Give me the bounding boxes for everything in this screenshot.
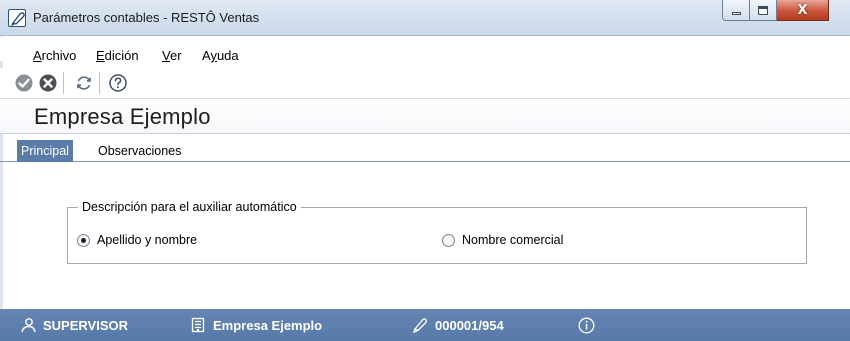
help-icon[interactable] bbox=[108, 73, 128, 93]
user-icon bbox=[21, 318, 36, 333]
menu-ver[interactable]: Ver bbox=[162, 48, 182, 63]
pen-icon bbox=[413, 318, 428, 333]
app-icon bbox=[8, 9, 26, 27]
tab-observaciones[interactable]: Observaciones bbox=[94, 140, 185, 162]
menu-bar: Archivo Edición Ver Ayuda bbox=[0, 37, 850, 63]
minimize-button[interactable] bbox=[722, 0, 750, 21]
status-code-label: 000001/954 bbox=[435, 317, 504, 333]
close-button[interactable]: X bbox=[777, 0, 829, 21]
radio-apellido-nombre[interactable]: Apellido y nombre bbox=[77, 233, 197, 247]
refresh-icon[interactable] bbox=[74, 73, 94, 93]
accept-icon[interactable] bbox=[14, 73, 34, 93]
close-icon: X bbox=[797, 2, 808, 18]
window-title: Parámetros contables - RESTÔ Ventas bbox=[33, 10, 260, 25]
app-window: Parámetros contables - RESTÔ Ventas X Ar… bbox=[0, 0, 850, 341]
group-legend: Descripción para el auxiliar automático bbox=[78, 200, 301, 214]
info-icon[interactable] bbox=[578, 317, 602, 334]
toolbar-separator bbox=[63, 72, 64, 94]
toolbar bbox=[0, 68, 850, 98]
toolbar-separator bbox=[99, 72, 100, 94]
building-icon bbox=[191, 317, 205, 333]
status-bar: SUPERVISOR Empresa Ejemplo 000001/954 bbox=[0, 309, 850, 341]
status-company-label: Empresa Ejemplo bbox=[213, 317, 323, 333]
status-company: Empresa Ejemplo bbox=[190, 317, 322, 333]
title-bar[interactable]: Parámetros contables - RESTÔ Ventas X bbox=[0, 0, 850, 36]
status-user: SUPERVISOR bbox=[20, 317, 128, 333]
tab-principal[interactable]: Principal bbox=[17, 140, 73, 162]
tab-bar: Principal Observaciones bbox=[0, 140, 850, 162]
menu-ayuda[interactable]: Ayuda bbox=[202, 48, 239, 63]
status-user-label: SUPERVISOR bbox=[43, 317, 129, 333]
radio-label: Nombre comercial bbox=[462, 233, 564, 247]
radio-label: Apellido y nombre bbox=[97, 233, 198, 247]
menu-archivo[interactable]: Archivo bbox=[33, 48, 76, 63]
status-code: 000001/954 bbox=[412, 317, 504, 333]
radio-button[interactable] bbox=[442, 233, 455, 247]
minimize-icon bbox=[731, 11, 741, 15]
radio-button-checked[interactable] bbox=[77, 233, 90, 247]
maximize-icon bbox=[758, 5, 768, 15]
maximize-button[interactable] bbox=[750, 0, 777, 21]
caption-buttons: X bbox=[722, 0, 829, 22]
radio-nombre-comercial[interactable]: Nombre comercial bbox=[442, 233, 563, 247]
menu-edicion[interactable]: Edición bbox=[96, 48, 139, 63]
page-title: Empresa Ejemplo bbox=[34, 104, 211, 129]
cancel-icon[interactable] bbox=[38, 73, 58, 93]
